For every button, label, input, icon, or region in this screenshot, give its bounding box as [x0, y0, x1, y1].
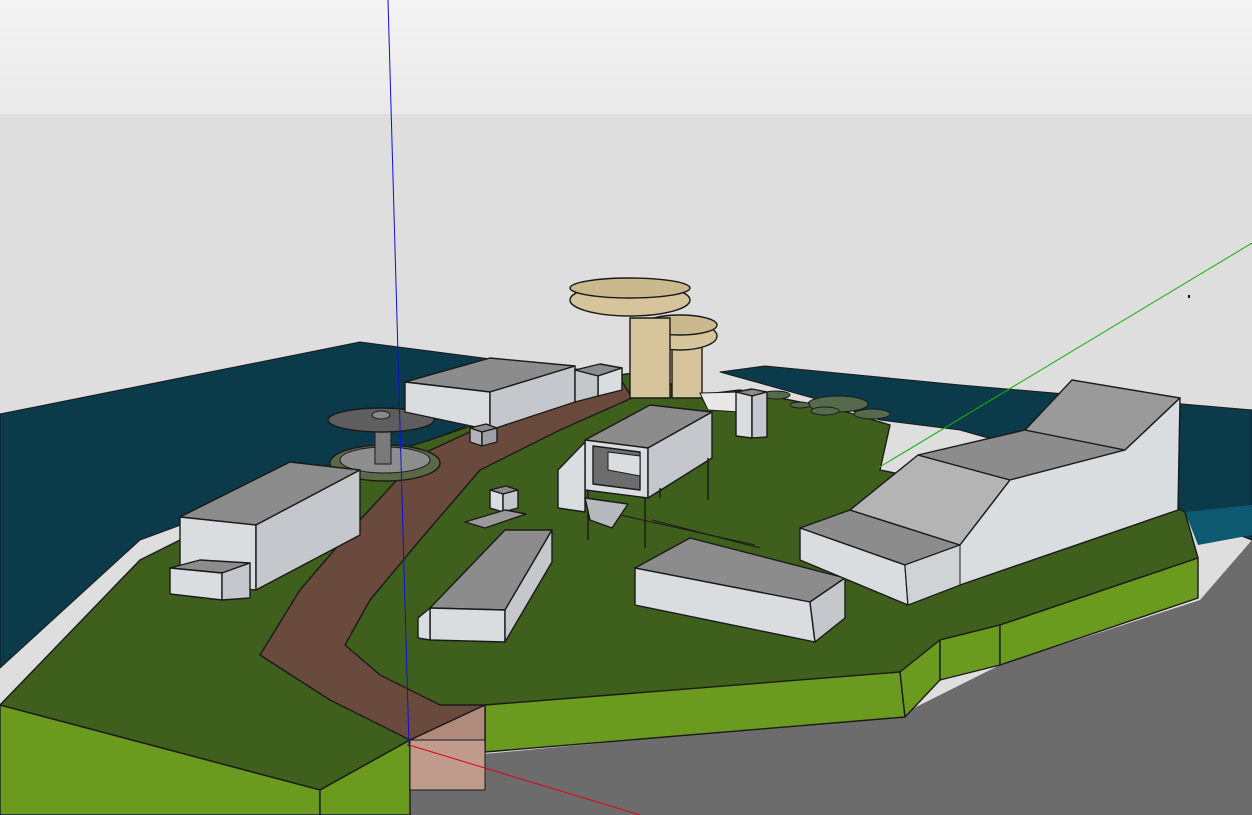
sky [0, 0, 1252, 114]
shed-side [481, 427, 498, 447]
plaza-canopy-hub [371, 410, 391, 420]
pad-4 [789, 401, 811, 409]
path-box-front [489, 489, 504, 513]
sketchup-3d-viewport[interactable] [0, 0, 1252, 815]
small-cube-side [751, 391, 768, 439]
axis-origin [407, 743, 411, 747]
shed-front [469, 427, 483, 447]
west-annex-front [169, 567, 223, 601]
cursor-dot [1188, 295, 1190, 298]
model-scene[interactable] [0, 0, 1252, 815]
large-tower-cap-top [569, 277, 691, 299]
pad-2 [853, 408, 891, 420]
pad-3 [810, 406, 840, 416]
small-cube-front [735, 391, 753, 439]
path-box-side [502, 489, 519, 513]
south-block-front [429, 607, 506, 643]
large-tower-shaft [629, 317, 671, 399]
north-annex-left [574, 369, 599, 403]
